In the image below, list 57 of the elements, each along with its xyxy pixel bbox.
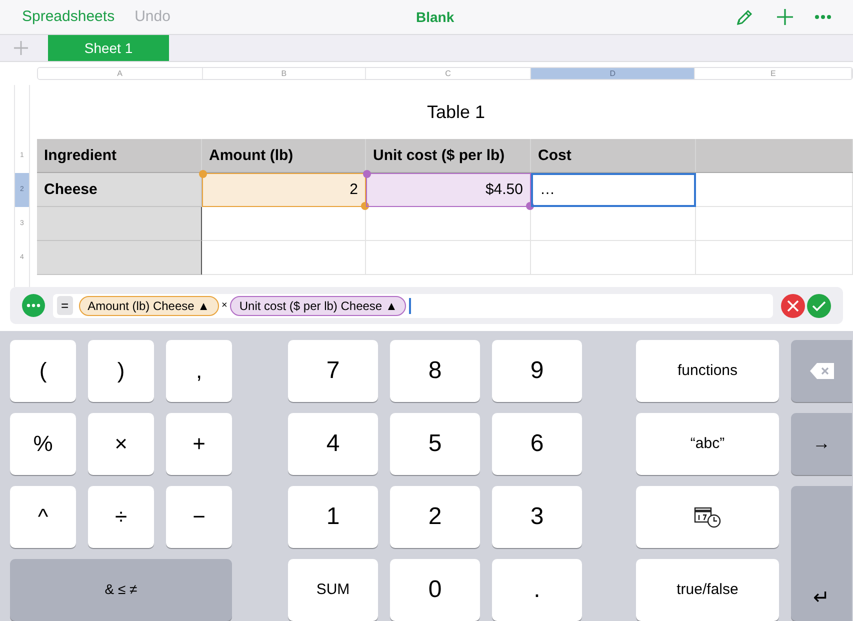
document-title: Blank (416, 8, 454, 27)
reference-handle[interactable] (361, 202, 369, 210)
table-cell[interactable] (37, 207, 202, 242)
number-key[interactable]: 2 (390, 486, 480, 548)
table-cell[interactable] (37, 241, 202, 276)
reference-handle[interactable] (363, 170, 371, 178)
table-title: Table 1 (427, 100, 486, 124)
symbol-key[interactable]: − (166, 486, 232, 548)
column-heading: Unit cost ($ per lb) (373, 146, 505, 166)
backspace-key[interactable] (791, 340, 852, 402)
column-heading: Ingredient (44, 146, 117, 166)
symbol-key[interactable]: ( (10, 340, 76, 402)
add-sheet-icon[interactable] (14, 41, 28, 56)
number-key[interactable]: 1 (288, 486, 378, 548)
symbol-key[interactable]: + (166, 412, 232, 475)
backspace-icon (810, 362, 834, 379)
tab-key[interactable]: → (791, 412, 852, 475)
table-cell[interactable]: Cheese (37, 173, 202, 208)
function-key[interactable]: “abc” (636, 412, 779, 475)
formula-field[interactable]: = Amount (lb) Cheese ▲ × Unit cost ($ per lb) Cheese ▲ (53, 294, 773, 318)
number-key[interactable]: 6 (492, 412, 582, 475)
column-heading: Cost (538, 146, 572, 166)
table-cell[interactable]: $4.50 (366, 173, 531, 208)
reference-token[interactable]: Amount (lb) Cheese ▲ (78, 296, 219, 316)
symbol-key[interactable]: × (88, 412, 154, 475)
text-cursor (409, 298, 412, 314)
calendar-clock-icon (694, 506, 722, 528)
symbol-key[interactable]: % (10, 412, 76, 475)
number-key[interactable]: 0 (390, 558, 480, 621)
symbol-key[interactable]: ^ (10, 486, 76, 548)
more-icon[interactable] (22, 294, 45, 318)
number-key[interactable]: 8 (390, 340, 480, 402)
table-cell[interactable]: … (531, 173, 696, 208)
return-key[interactable]: ↵ (791, 486, 852, 621)
column-heading: Amount (lb) (209, 146, 294, 166)
function-key[interactable]: true/false (636, 558, 779, 621)
reference-token[interactable]: Unit cost ($ per lb) Cheese ▲ (230, 296, 406, 316)
more-icon[interactable] (815, 14, 831, 20)
symbol-key[interactable]: , (166, 340, 232, 402)
number-key[interactable]: 3 (492, 486, 582, 548)
function-key[interactable]: functions (636, 340, 779, 402)
equals-sign: = (57, 296, 73, 316)
add-icon[interactable] (775, 7, 795, 28)
cancel-icon[interactable] (781, 294, 805, 318)
symbol-key[interactable]: ÷ (88, 486, 154, 548)
number-key[interactable]: 9 (492, 340, 582, 402)
confirm-icon[interactable] (807, 294, 831, 318)
symbol-key[interactable]: ) (88, 340, 154, 402)
table-cell[interactable]: 2 (202, 173, 366, 208)
number-key[interactable]: 5 (390, 412, 480, 475)
date-time-key[interactable] (636, 486, 779, 548)
number-key[interactable]: . (492, 558, 582, 621)
number-key[interactable]: SUM (288, 558, 378, 621)
symbols-key[interactable]: & ≤ ≠ (10, 558, 232, 621)
number-key[interactable]: 4 (288, 412, 378, 475)
operator: × (222, 299, 228, 314)
number-key[interactable]: 7 (288, 340, 378, 402)
